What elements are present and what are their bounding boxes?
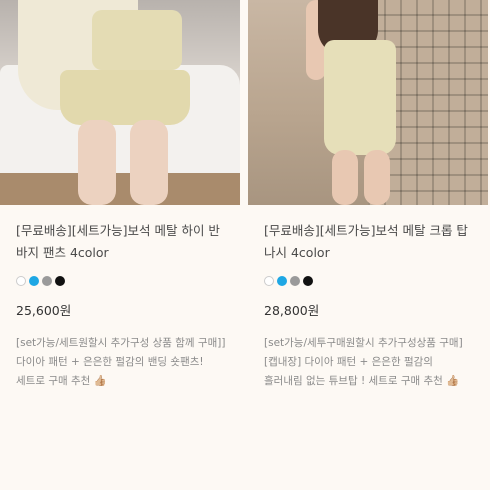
color-swatches	[264, 276, 474, 287]
color-swatch-black	[55, 276, 65, 286]
color-swatch-gray	[290, 276, 300, 286]
product-description: [set가능/세투구매원할시 추가구성상품 구매][캡내장] 다이아 패턴 + …	[264, 337, 463, 387]
photo-leg	[332, 150, 358, 205]
color-swatch-black	[303, 276, 313, 286]
photo-leg	[364, 150, 390, 205]
product-image-2[interactable]	[248, 0, 488, 205]
product-title[interactable]: [무료배송][세트가능]보석 메탈 하이 반바지 팬츠 4color	[16, 220, 226, 264]
product-price: 25,600원	[16, 303, 72, 318]
product-card-2[interactable]: [무료배송][세트가능]보석 메탈 크롭 탑나시 4color 28,800원 …	[248, 0, 488, 391]
color-swatches	[16, 276, 226, 287]
product-description: [set가능/세트원할시 추가구성 상품 함께 구매]] 다이아 패턴 + 은은…	[16, 337, 226, 387]
photo-shorts	[60, 70, 190, 125]
product-card-1[interactable]: [무료배송][세트가능]보석 메탈 하이 반바지 팬츠 4color 25,60…	[0, 0, 240, 391]
color-swatch-white	[16, 276, 26, 286]
photo-leg	[130, 120, 168, 205]
product-price: 28,800원	[264, 303, 320, 318]
product-title[interactable]: [무료배송][세트가능]보석 메탈 크롭 탑나시 4color	[264, 220, 474, 264]
photo-top	[92, 10, 182, 70]
color-swatch-blue	[277, 276, 287, 286]
photo-leg	[78, 120, 116, 205]
product-image-1[interactable]	[0, 0, 240, 205]
color-swatch-blue	[29, 276, 39, 286]
photo-top	[324, 40, 396, 155]
color-swatch-white	[264, 276, 274, 286]
color-swatch-gray	[42, 276, 52, 286]
photo-floor	[0, 173, 240, 205]
